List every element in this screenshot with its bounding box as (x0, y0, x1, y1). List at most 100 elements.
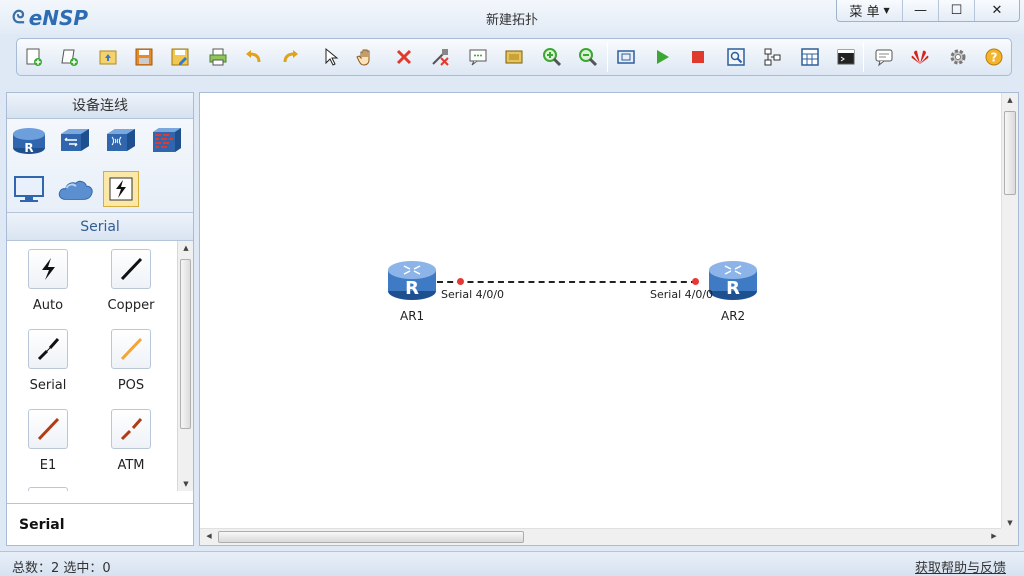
firewall-category-icon[interactable] (149, 123, 185, 159)
device-category-grid: R (7, 119, 193, 213)
cable-label: Copper (107, 298, 155, 313)
window-controls: 菜 单 ▼ — ☐ ✕ (836, 0, 1020, 22)
copper-cable-icon (111, 249, 151, 289)
serial-link[interactable] (437, 281, 697, 283)
cable-atm[interactable]: ATM (96, 409, 166, 473)
new-lab-icon[interactable] (59, 46, 81, 68)
undo-icon[interactable] (243, 46, 265, 68)
port-label-ar1: Serial 4/0/0 (441, 288, 505, 301)
router-icon: R (388, 261, 436, 300)
scroll-down-icon[interactable]: ▼ (1002, 519, 1018, 527)
redo-icon[interactable] (279, 46, 301, 68)
pc-category-icon[interactable] (11, 171, 47, 207)
serial-cable-icon (28, 329, 68, 369)
minimize-button[interactable]: — (903, 0, 939, 21)
cable-copper[interactable]: Copper (96, 249, 166, 313)
help-feedback-link[interactable]: 获取帮助与反馈 (915, 557, 1006, 576)
cable-list: Auto Copper Serial POS E1 ATM ▲ ▼ (7, 241, 193, 491)
port-indicator-ar1 (457, 278, 464, 285)
cable-label: Auto (32, 298, 64, 313)
open-icon[interactable] (97, 46, 119, 68)
delete-link-icon[interactable] (429, 46, 451, 68)
huawei-logo-icon[interactable] (909, 46, 931, 68)
topology-canvas[interactable]: R AR1 Serial 4/0/0 R AR2 Serial 4/0/0 ▲ … (199, 92, 1019, 546)
router-category-icon[interactable]: R (11, 123, 47, 159)
scrollbar-thumb[interactable] (180, 259, 191, 429)
close-button[interactable]: ✕ (975, 0, 1019, 21)
scroll-up-icon[interactable]: ▲ (178, 244, 193, 252)
connection-category-icon[interactable] (103, 171, 139, 207)
cable-pos[interactable]: POS (96, 329, 166, 393)
scroll-down-icon[interactable]: ▼ (178, 480, 193, 488)
selection-summary: 总数：2 选中：0 (12, 561, 111, 576)
select-pointer-icon[interactable] (319, 46, 341, 68)
router-name: AR1 (400, 309, 425, 323)
scroll-up-icon[interactable]: ▲ (1002, 96, 1018, 104)
device-panel-header: 设备连线 (7, 93, 193, 119)
stop-device-icon[interactable] (687, 46, 709, 68)
router-name: AR2 (721, 309, 746, 323)
scrollbar-thumb[interactable] (1004, 111, 1016, 195)
selected-cable-name: Serial (7, 503, 193, 545)
pos-cable-icon (111, 329, 151, 369)
more-cable-icon (28, 487, 68, 491)
menu-button[interactable]: 菜 单 ▼ (837, 0, 903, 21)
pan-hand-icon[interactable] (355, 46, 377, 68)
save-as-icon[interactable] (169, 46, 191, 68)
auto-cable-icon (28, 249, 68, 289)
title-bar: ᘓ eNSP 新建拓扑 菜 单 ▼ — ☐ ✕ (0, 0, 1024, 34)
grid-icon[interactable] (799, 46, 821, 68)
canvas-horizontal-scrollbar[interactable]: ◀ ▶ (200, 528, 1003, 545)
cable-section-title: Serial (7, 213, 193, 241)
help-icon[interactable]: ? (983, 46, 1005, 68)
port-label-ar2: Serial 4/0/0 (650, 288, 714, 301)
cable-serial[interactable]: Serial (13, 329, 83, 393)
toolbar-separator (863, 42, 864, 72)
cable-label: E1 (39, 458, 57, 473)
capture-icon[interactable] (725, 46, 747, 68)
console-icon[interactable] (835, 46, 857, 68)
e1-cable-icon (28, 409, 68, 449)
canvas-vertical-scrollbar[interactable]: ▲ ▼ (1001, 93, 1018, 530)
print-icon[interactable] (207, 46, 229, 68)
zoom-out-icon[interactable] (577, 46, 599, 68)
router-ar2[interactable]: R (707, 257, 759, 303)
cable-more[interactable] (13, 487, 83, 491)
topology-icon[interactable] (761, 46, 783, 68)
port-indicator-ar2 (692, 278, 699, 285)
scrollbar-thumb[interactable] (218, 531, 524, 543)
cable-auto[interactable]: Auto (13, 249, 83, 313)
cloud-category-icon[interactable] (57, 171, 93, 207)
cable-label: ATM (117, 458, 145, 473)
cable-list-scrollbar[interactable]: ▲ ▼ (177, 241, 193, 491)
chat-icon[interactable] (873, 46, 895, 68)
delete-icon[interactable] (393, 46, 415, 68)
cable-e1[interactable]: E1 (13, 409, 83, 473)
zoom-in-icon[interactable] (541, 46, 563, 68)
cable-label: POS (117, 378, 145, 393)
switch-category-icon[interactable] (57, 123, 93, 159)
new-topology-icon[interactable] (23, 46, 45, 68)
scroll-right-icon[interactable]: ▶ (986, 532, 1002, 540)
wlan-category-icon[interactable] (103, 123, 139, 159)
text-annotation-icon[interactable] (467, 46, 489, 68)
router-icon: R (709, 261, 757, 300)
svg-text:R: R (24, 141, 33, 155)
scrollbar-corner (1001, 528, 1018, 545)
settings-icon[interactable] (947, 46, 969, 68)
fit-view-icon[interactable] (615, 46, 637, 68)
start-device-icon[interactable] (651, 46, 673, 68)
cable-label: Serial (29, 378, 67, 393)
save-icon[interactable] (133, 46, 155, 68)
palette-icon[interactable] (503, 46, 525, 68)
maximize-button[interactable]: ☐ (939, 0, 975, 21)
svg-text:R: R (405, 278, 419, 299)
chevron-down-icon: ▼ (883, 6, 890, 15)
atm-cable-icon (111, 409, 151, 449)
scroll-left-icon[interactable]: ◀ (201, 532, 217, 540)
device-panel: 设备连线 R Serial Auto Copper Serial POS E1 … (6, 92, 194, 546)
main-toolbar: ? (16, 38, 1012, 76)
menu-label: 菜 单 (849, 5, 880, 20)
svg-text:R: R (726, 278, 740, 299)
router-ar1[interactable]: R (386, 257, 438, 303)
